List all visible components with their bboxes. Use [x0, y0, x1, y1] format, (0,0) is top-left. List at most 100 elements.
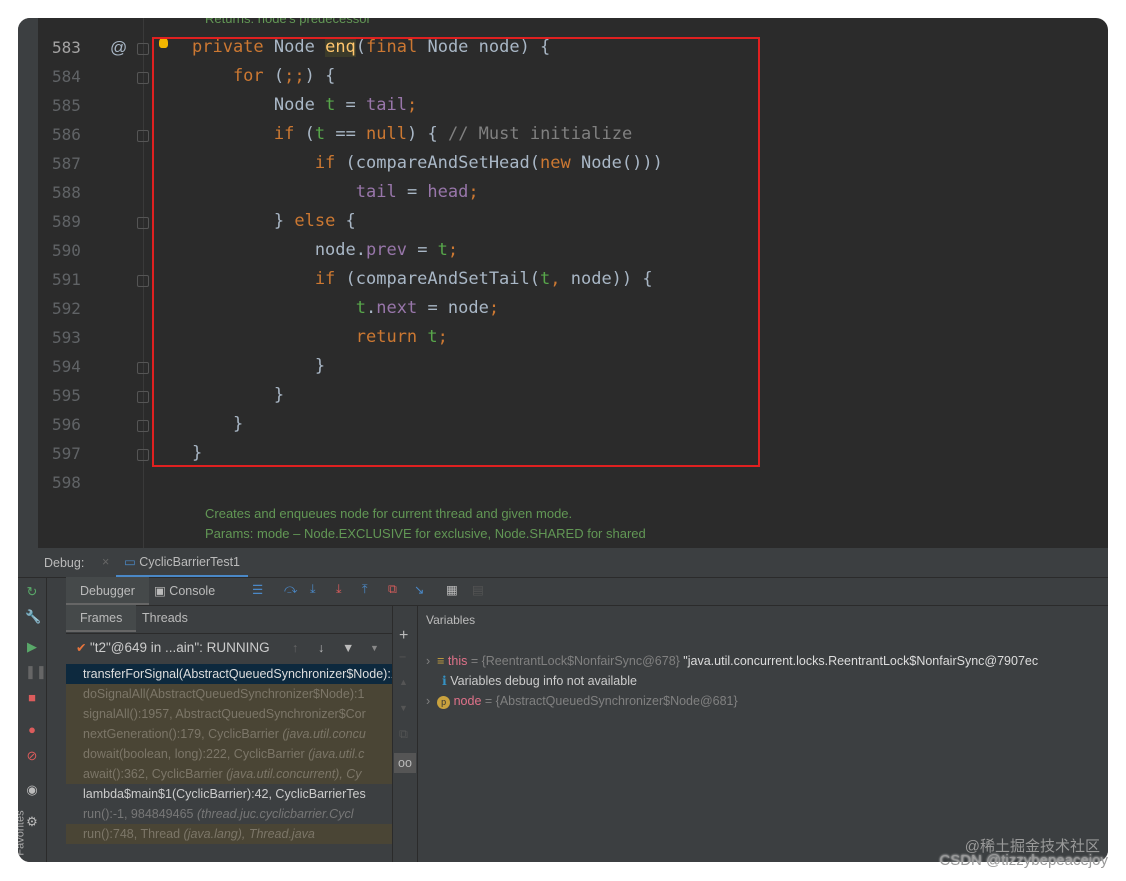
stack-frame[interactable]: nextGeneration():179, CyclicBarrier (jav… — [66, 724, 392, 744]
view-breakpoints-icon[interactable]: ● — [25, 723, 39, 737]
frame-package: (java.util.c — [308, 747, 364, 761]
move-up-icon[interactable]: ▲ — [399, 677, 408, 687]
fold-icon[interactable] — [137, 391, 149, 403]
pause-icon[interactable]: ❚❚ — [25, 665, 39, 679]
expand-icon[interactable]: › — [426, 654, 437, 668]
line-number: 585 — [52, 96, 98, 115]
var-value: {AbstractQueuedSynchronizer$Node@681} — [496, 694, 738, 708]
frame-package: (java.lang), Thread.java — [184, 827, 315, 841]
fold-icon[interactable] — [137, 275, 149, 287]
line-number: 598 — [52, 473, 98, 492]
fold-icon[interactable] — [137, 72, 149, 84]
evaluate-icon[interactable]: ▦ — [446, 582, 458, 597]
stack-frame[interactable]: transferForSignal(AbstractQueuedSynchron… — [66, 664, 392, 684]
fold-icon[interactable] — [137, 130, 149, 142]
camera-icon[interactable]: ◉ — [25, 783, 39, 797]
rerun-icon[interactable]: ↻ — [25, 585, 39, 599]
move-down-icon[interactable]: ▼ — [399, 703, 408, 713]
frame-method: dowait(boolean, long):222, CyclicBarrier — [83, 747, 308, 761]
stack-frame[interactable]: run():748, Thread (java.lang), Thread.ja… — [66, 824, 392, 844]
var-this[interactable]: › ≡ this = {ReentrantLock$NonfairSync@67… — [426, 651, 1038, 671]
down-arrow-icon[interactable]: ↓ — [318, 634, 324, 662]
line-number: 586 — [52, 125, 98, 144]
close-tab-icon[interactable]: × — [102, 555, 109, 569]
tab-session[interactable]: ▭ CyclicBarrierTest1 — [116, 548, 248, 577]
stack-frame[interactable]: dowait(boolean, long):222, CyclicBarrier… — [66, 744, 392, 764]
variables-title: Variables — [426, 613, 475, 627]
tab-console[interactable]: ▣ Console — [154, 577, 215, 605]
line-number: 590 — [52, 241, 98, 260]
glasses-icon[interactable]: oo — [394, 753, 416, 773]
frames-panel: Frames Threads ✔ "t2"@649 in ...ain": RU… — [66, 605, 392, 862]
var-eq: = — [467, 654, 481, 668]
frame-package: (java.util.concurrent), Cy — [226, 767, 361, 781]
frame-method: doSignalAll(AbstractQueuedSynchronizer$N… — [83, 687, 364, 701]
wrench-icon[interactable]: 🔧 — [25, 610, 39, 624]
var-node[interactable]: › p node = {AbstractQueuedSynchronizer$N… — [426, 691, 738, 711]
watermark-csdn: CSDN @tizzybepeacejoy — [939, 852, 1108, 869]
stop-icon[interactable]: ■ — [25, 691, 39, 705]
step-into-icon[interactable]: ⤓ — [310, 582, 316, 597]
var-name: node — [454, 694, 482, 708]
info-icon: ℹ — [442, 674, 450, 688]
drop-frame-icon[interactable]: ⧉ — [388, 582, 397, 597]
frame-package: (thread.juc.cyclicbarrier.Cycl — [197, 807, 354, 821]
force-step-into-icon[interactable]: ⤓ — [336, 582, 342, 597]
dropdown-icon[interactable]: ▼ — [370, 634, 379, 662]
javadoc-top: Returns: node's predecessor — [205, 18, 371, 26]
frame-method: nextGeneration():179, CyclicBarrier — [83, 727, 282, 741]
session-tab-label: CyclicBarrierTest1 — [139, 555, 240, 569]
highlight-box — [152, 37, 760, 467]
fold-icon[interactable] — [137, 362, 149, 374]
up-arrow-icon[interactable]: ↑ — [292, 634, 298, 662]
line-number: 591 — [52, 270, 98, 289]
line-number: 597 — [52, 444, 98, 463]
expand-icon[interactable]: › — [426, 694, 437, 708]
debug-header: Debug: × ▭ CyclicBarrierTest1 — [18, 548, 1108, 578]
remove-watch-icon[interactable]: − — [399, 650, 406, 664]
window-icon: ▭ — [124, 555, 139, 569]
layout-icon[interactable]: ☰ — [252, 582, 263, 597]
step-out-icon[interactable]: ⤒ — [362, 582, 368, 597]
copy-icon[interactable]: ⧉ — [399, 727, 408, 742]
debug-side-toolbar: ↻ 🔧 ▶ ❚❚ ■ ● ⊘ ◉ ⚙ Favorites — [18, 577, 47, 862]
add-watch-icon[interactable]: + — [399, 627, 408, 645]
var-eq: = — [481, 694, 495, 708]
var-name: this — [448, 654, 467, 668]
stack-frame[interactable]: await():362, CyclicBarrier (java.util.co… — [66, 764, 392, 784]
trace-icon[interactable]: ▤ — [472, 582, 484, 597]
stack-frame[interactable]: doSignalAll(AbstractQueuedSynchronizer$N… — [66, 684, 392, 704]
line-number: 587 — [52, 154, 98, 173]
line-number: 583 — [52, 38, 98, 57]
line-number: 589 — [52, 212, 98, 231]
tab-threads[interactable]: Threads — [142, 605, 188, 632]
filter-icon[interactable]: ▼ — [342, 634, 354, 662]
step-over-icon[interactable]: ⤼ — [284, 582, 297, 597]
ide-window: Returns: node's predecessor 583 584 585 586… — [18, 18, 1108, 862]
line-number: 592 — [52, 299, 98, 318]
fold-icon[interactable] — [137, 420, 149, 432]
stack-frame[interactable]: signalAll():1957, AbstractQueuedSynchron… — [66, 704, 392, 724]
fold-icon[interactable] — [137, 449, 149, 461]
override-marker-icon[interactable]: @ — [110, 38, 127, 58]
variables-panel: Variables › ≡ this = {ReentrantLock$Nonf… — [416, 605, 1108, 862]
frame-method: await():362, CyclicBarrier — [83, 767, 226, 781]
thread-selector[interactable]: ✔ "t2"@649 in ...ain": RUNNING ↑ ↓ ▼ ▼ — [66, 633, 392, 662]
tab-frames[interactable]: Frames — [66, 605, 136, 632]
run-to-cursor-icon[interactable]: ↘ — [414, 582, 424, 597]
frame-method: run():748, Thread — [83, 827, 184, 841]
settings-icon[interactable]: ⚙ — [25, 815, 39, 829]
left-tool-strip — [18, 18, 38, 548]
mute-breakpoints-icon[interactable]: ⊘ — [25, 749, 39, 763]
favorites-tab[interactable]: Favorites — [18, 810, 27, 855]
tab-debugger[interactable]: Debugger — [66, 577, 149, 605]
fold-icon[interactable] — [137, 43, 149, 55]
javadoc-bottom-2: Params: mode – Node.EXCLUSIVE for exclus… — [205, 526, 646, 541]
stack-frame[interactable]: lambda$main$1(CyclicBarrier):42, CyclicB… — [66, 784, 392, 804]
field-icon: ≡ — [437, 654, 448, 668]
stack-frame[interactable]: run():-1, 984849465 (thread.juc.cyclicba… — [66, 804, 392, 824]
line-number: 584 — [52, 67, 98, 86]
resume-icon[interactable]: ▶ — [25, 640, 39, 654]
fold-icon[interactable] — [137, 217, 149, 229]
debug-toolbar: Debugger ▣ Console ☰ ⤼ ⤓ ⤓ ⤒ ⧉ ↘ ▦ ▤ — [66, 577, 1108, 606]
